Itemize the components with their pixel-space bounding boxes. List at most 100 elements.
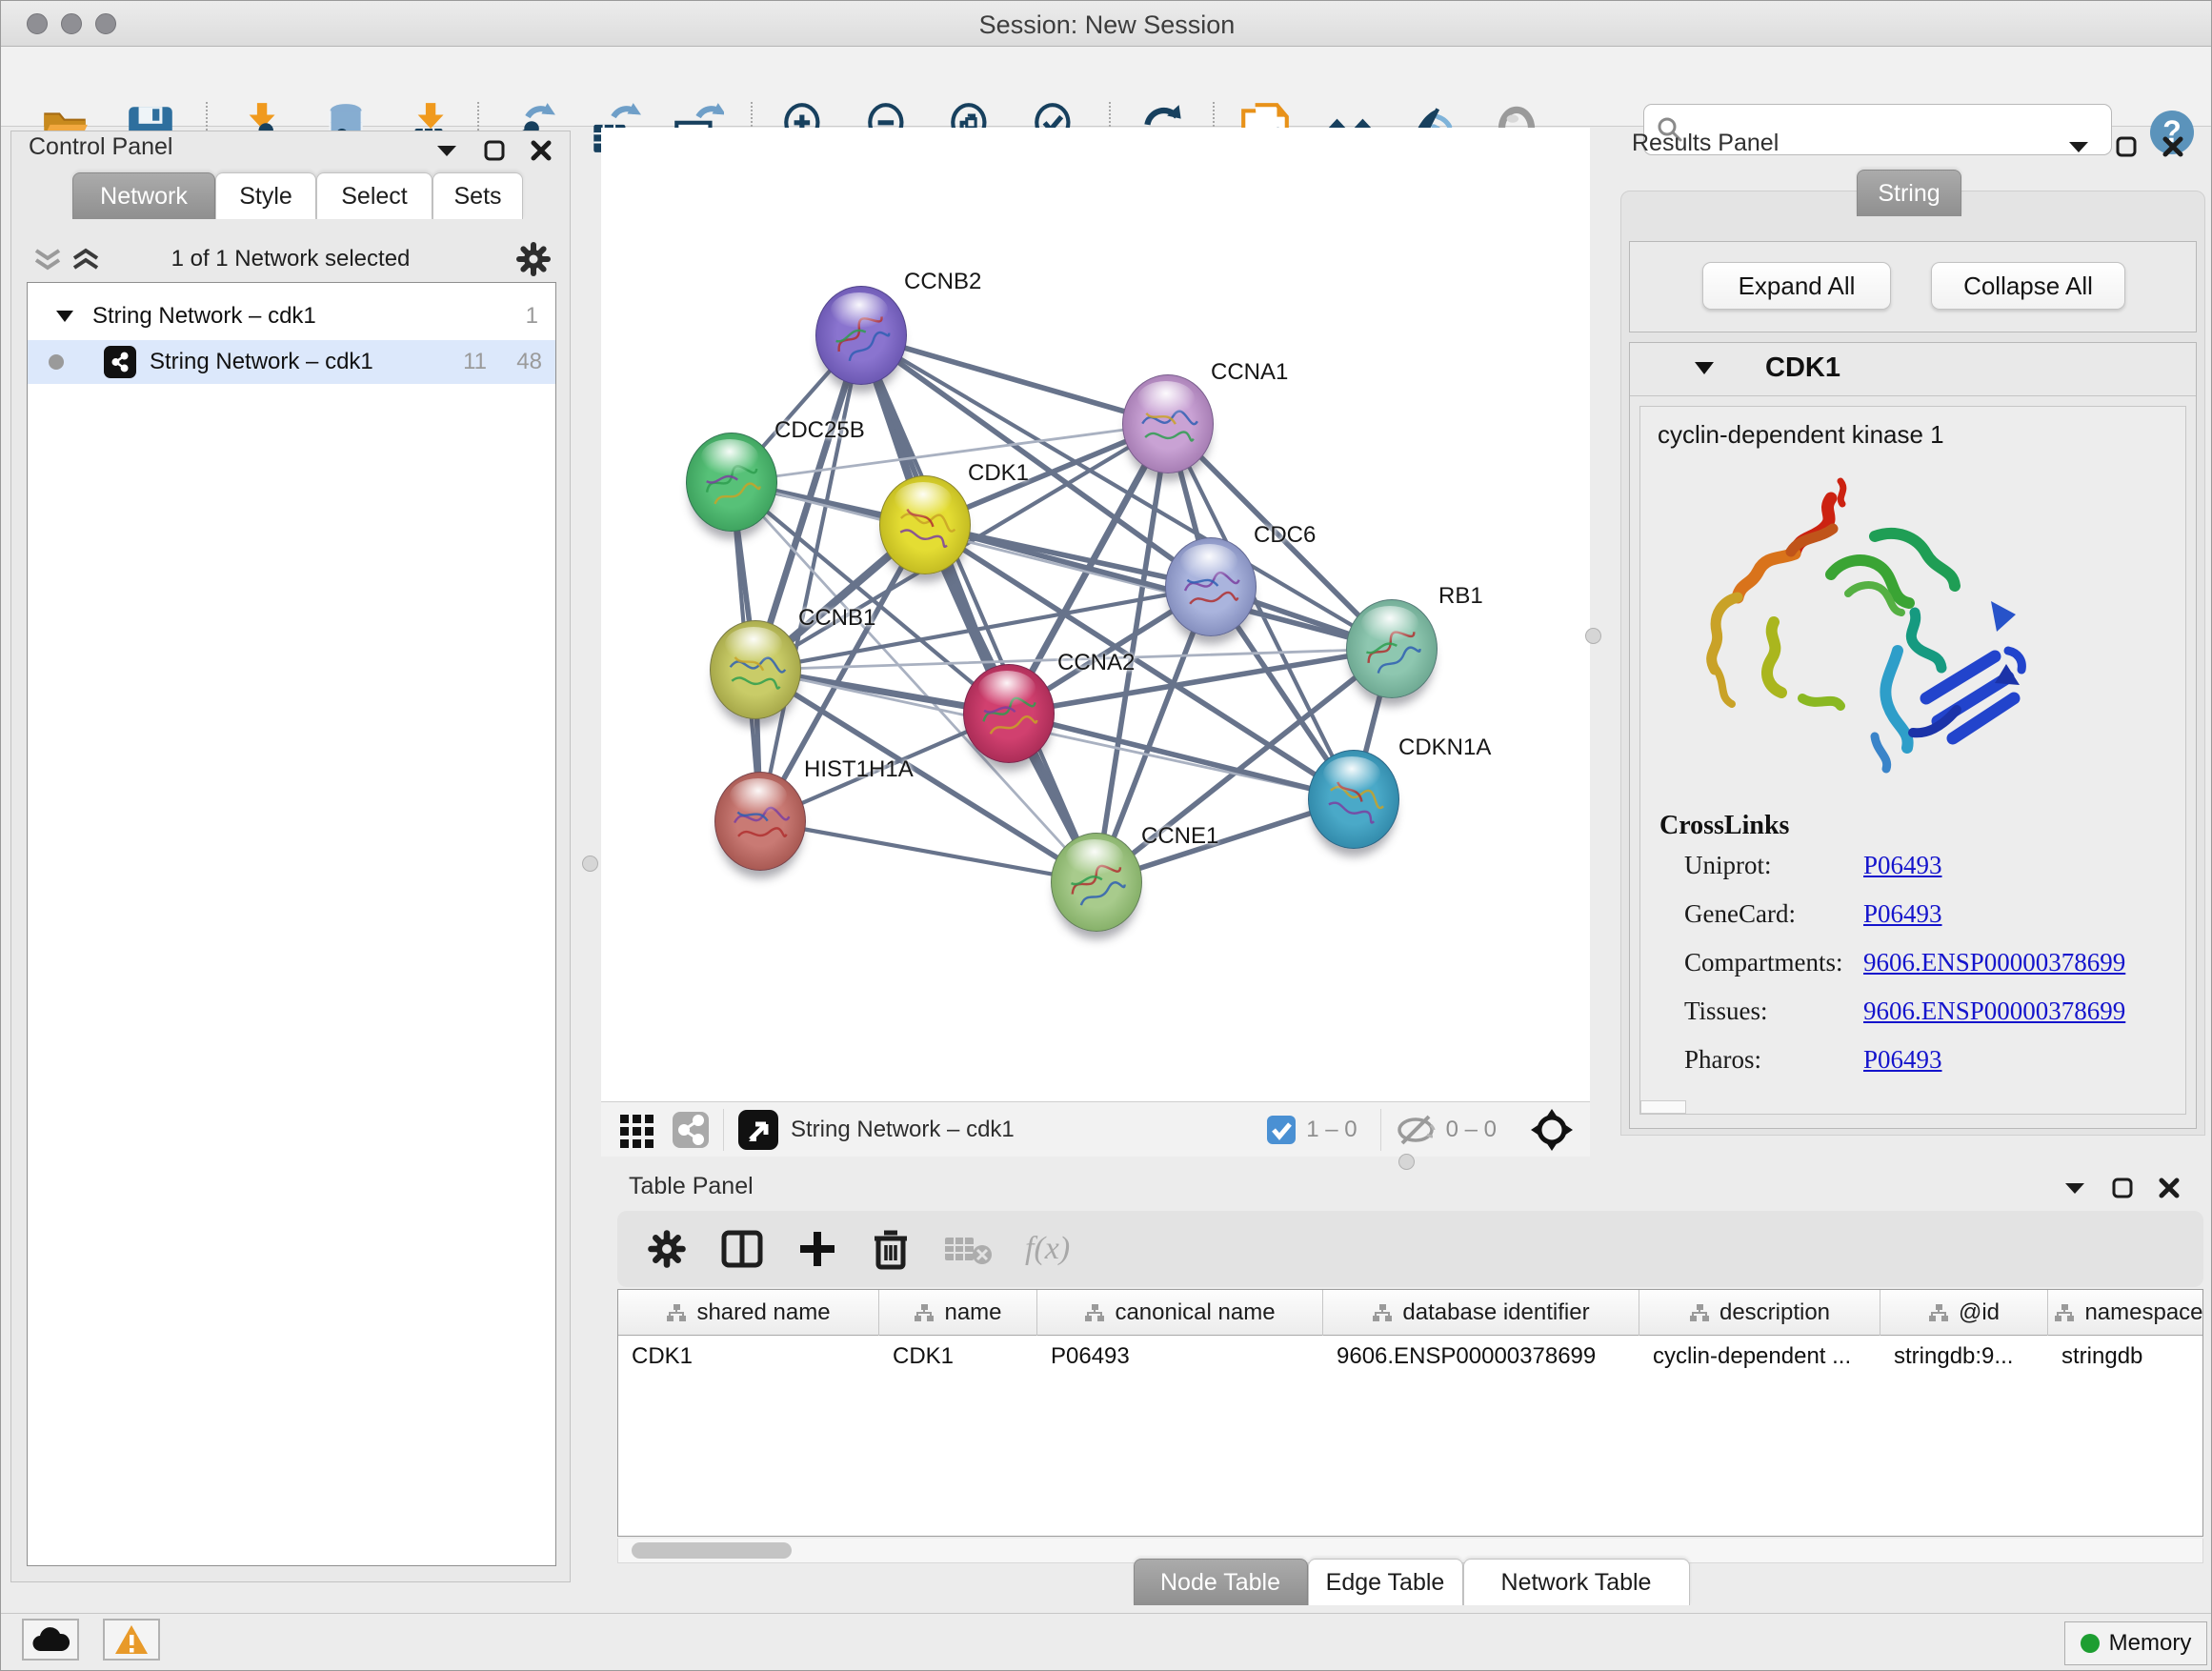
crosslink-label: Tissues: — [1684, 997, 1768, 1026]
crosslink-link[interactable]: P06493 — [1863, 851, 1942, 880]
float-panel-icon[interactable] — [2116, 136, 2137, 157]
add-column-icon[interactable] — [796, 1228, 838, 1270]
network-view-title: String Network – cdk1 — [791, 1117, 1015, 1143]
node-CCNB1[interactable] — [710, 620, 801, 719]
crosslink-label: Pharos: — [1684, 1045, 1761, 1075]
node-CDC25B[interactable] — [686, 433, 777, 532]
panel-menu-icon[interactable] — [2062, 1178, 2087, 1198]
table-cell[interactable]: CDK1 — [618, 1336, 879, 1378]
column-header-@id[interactable]: @id — [1880, 1290, 2048, 1336]
node-gloss — [1066, 839, 1123, 875]
table-cell[interactable]: cyclin-dependent ... — [1639, 1336, 1880, 1378]
node-label-CDKN1A: CDKN1A — [1398, 735, 1491, 761]
node-RB1[interactable] — [1346, 599, 1438, 698]
column-header-label: shared name — [696, 1299, 830, 1326]
column-header-canonical-name[interactable]: canonical name — [1037, 1290, 1323, 1336]
statusbar-separator — [723, 1109, 724, 1151]
column-header-name[interactable]: name — [879, 1290, 1037, 1336]
share-view-icon[interactable] — [672, 1111, 710, 1149]
right-splitter-handle[interactable] — [1585, 628, 1601, 644]
gene-box-scrollbar[interactable] — [1640, 1100, 1686, 1114]
column-header-namespace[interactable]: namespace — [2048, 1290, 2203, 1336]
tab-select[interactable]: Select — [316, 172, 432, 219]
gene-header-row[interactable]: CDK1 — [1630, 343, 2196, 396]
memory-button[interactable]: Memory — [2064, 1621, 2207, 1665]
network-collection-row[interactable]: String Network – cdk1 1 — [28, 294, 555, 338]
table-gear-icon[interactable] — [646, 1228, 688, 1270]
float-panel-icon[interactable] — [484, 140, 505, 161]
control-panel-title: Control Panel — [29, 133, 172, 161]
node-label-CCNA1: CCNA1 — [1211, 359, 1288, 386]
tab-edge-table[interactable]: Edge Table — [1308, 1559, 1463, 1605]
title-bar: Session: New Session — [1, 1, 2212, 47]
node-CDK1[interactable] — [879, 475, 971, 574]
column-header-database-identifier[interactable]: database identifier — [1323, 1290, 1639, 1336]
table-row[interactable]: CDK1CDK1P064939606.ENSP00000378699cyclin… — [618, 1336, 2203, 1378]
node-CDKN1A[interactable] — [1308, 750, 1399, 849]
node-CDC6[interactable] — [1165, 537, 1257, 636]
crosslink-link[interactable]: 9606.ENSP00000378699 — [1863, 948, 2125, 977]
detach-view-icon[interactable] — [737, 1109, 779, 1151]
warnings-button[interactable] — [103, 1619, 160, 1661]
node-label-CCNA2: CCNA2 — [1057, 650, 1135, 676]
node-HIST1H1A[interactable] — [714, 772, 806, 871]
table-cell[interactable]: 9606.ENSP00000378699 — [1323, 1336, 1639, 1378]
column-header-shared-name[interactable]: shared name — [618, 1290, 879, 1336]
column-type-icon — [1084, 1303, 1105, 1322]
bottom-splitter-handle[interactable] — [1398, 1154, 1415, 1170]
float-panel-icon[interactable] — [2112, 1178, 2133, 1198]
tab-network-table[interactable]: Network Table — [1463, 1559, 1690, 1605]
node-gloss — [725, 627, 782, 662]
gear-icon[interactable] — [514, 240, 553, 278]
show-columns-icon[interactable] — [720, 1227, 764, 1271]
column-header-description[interactable]: description — [1639, 1290, 1880, 1336]
node-CCNE1[interactable] — [1051, 833, 1142, 932]
table-cell[interactable]: P06493 — [1037, 1336, 1323, 1378]
column-type-icon — [666, 1303, 687, 1322]
node-CCNA2[interactable] — [963, 664, 1055, 763]
table-hscrollbar-thumb[interactable] — [632, 1542, 792, 1559]
delete-column-icon[interactable] — [871, 1227, 911, 1271]
network-canvas[interactable]: CCNB2CCNA1CDC25BCDK1CDC6RB1CCNB1CCNA2CDK… — [601, 128, 1590, 1101]
crosslink-link[interactable]: P06493 — [1863, 899, 1942, 929]
node-CCNB2[interactable] — [815, 286, 907, 385]
close-panel-icon[interactable] — [530, 139, 553, 162]
network-tree: String Network – cdk1 1 String Network –… — [27, 282, 556, 1566]
selected-checkbox-icon[interactable] — [1266, 1115, 1297, 1145]
network-row-selected[interactable]: String Network – cdk1 11 48 — [28, 340, 555, 384]
tab-sets[interactable]: Sets — [432, 172, 523, 219]
crosslink-link[interactable]: 9606.ENSP00000378699 — [1863, 997, 2125, 1026]
cloud-tasks-button[interactable] — [22, 1619, 79, 1661]
node-table[interactable]: shared name namecanonical namedatabase id… — [617, 1289, 2203, 1537]
node-label-CCNE1: CCNE1 — [1141, 823, 1218, 850]
node-gloss — [730, 778, 787, 814]
collapse-all-button[interactable]: Collapse All — [1931, 262, 2125, 310]
node-CCNA1[interactable] — [1122, 374, 1214, 473]
tab-network[interactable]: Network — [72, 172, 215, 219]
tab-node-table[interactable]: Node Table — [1134, 1559, 1308, 1605]
table-cell[interactable]: stringdb — [2048, 1336, 2203, 1378]
tab-string[interactable]: String — [1857, 170, 1961, 216]
table-cell[interactable]: CDK1 — [879, 1336, 1037, 1378]
hidden-eye-icon[interactable] — [1395, 1114, 1437, 1146]
table-panel-tabs: Node TableEdge TableNetwork Table — [615, 1559, 2207, 1605]
close-panel-icon[interactable] — [2158, 1177, 2181, 1199]
main-toolbar: ? — [1, 47, 2212, 127]
collapse-gene-icon[interactable] — [1693, 360, 1716, 377]
hidden-count: 0 – 0 — [1446, 1117, 1497, 1143]
window-title: Session: New Session — [1, 10, 2212, 40]
node-gloss — [701, 439, 758, 474]
panel-menu-icon[interactable] — [434, 141, 459, 160]
left-splitter-handle[interactable] — [582, 856, 598, 872]
close-panel-icon[interactable] — [2162, 135, 2184, 158]
birds-eye-icon[interactable] — [1529, 1107, 1575, 1153]
panel-menu-icon[interactable] — [2066, 137, 2091, 156]
crosslink-link[interactable]: P06493 — [1863, 1045, 1942, 1075]
grid-view-icon[interactable] — [618, 1111, 656, 1149]
tree-expand-icon[interactable] — [54, 309, 75, 324]
table-cell[interactable]: stringdb:9... — [1880, 1336, 2048, 1378]
collection-count: 1 — [526, 303, 538, 330]
statusbar-separator — [1380, 1109, 1381, 1151]
expand-all-button[interactable]: Expand All — [1702, 262, 1891, 310]
tab-style[interactable]: Style — [215, 172, 316, 219]
